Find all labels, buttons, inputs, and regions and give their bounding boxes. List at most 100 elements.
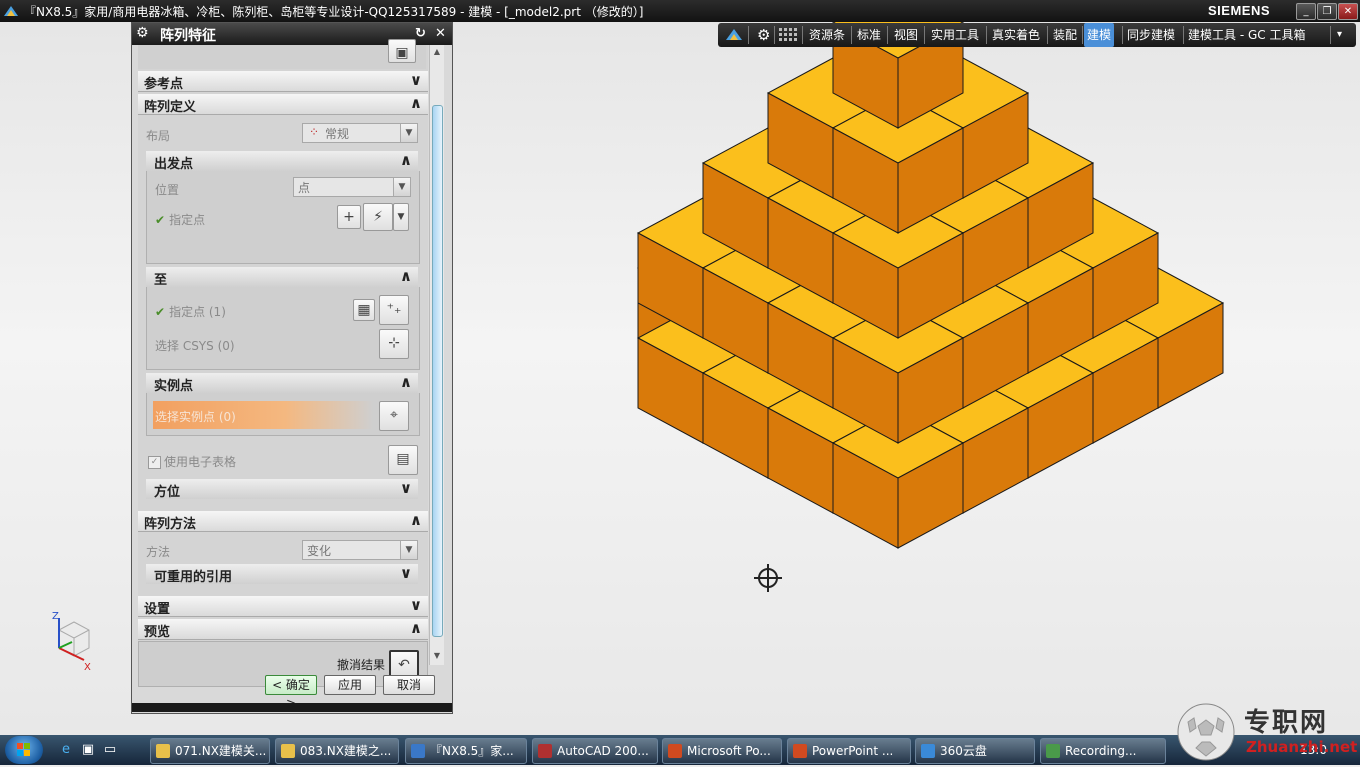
specify-point-label: ✔ 指定点 <box>155 213 206 227</box>
taskbar-item[interactable]: Recording... <box>1040 738 1166 764</box>
select-instance-point-field[interactable]: 选择实例点 (0) <box>153 401 373 429</box>
layout-label: 布局 <box>146 129 171 143</box>
add-points-icon[interactable]: ⁺₊ <box>379 295 409 325</box>
window-title: 『NX8.5』家用/商用电器冰箱、冷柜、陈列柜、岛柜等专业设计-QQ125317… <box>24 5 644 19</box>
taskbar-item[interactable]: 360云盘 <box>915 738 1035 764</box>
chevron-down-icon: ∨ <box>409 596 422 614</box>
chevron-up-icon: ∧ <box>409 94 422 112</box>
taskbar-app-icon <box>668 744 682 758</box>
dropdown-arrow-icon: ▼ <box>393 178 410 196</box>
crosshair-cursor-icon <box>754 564 782 592</box>
point-dialog-icon[interactable]: + <box>337 205 361 229</box>
watermark: 专职网 Zhuanzhi.net <box>1176 698 1360 765</box>
section-reference-point[interactable]: 参考点 ∨ <box>138 71 428 92</box>
point-list-icon[interactable]: ▦ <box>353 299 375 321</box>
coordinate-triad: Z X <box>52 611 91 673</box>
watermark-cn: 专职网 <box>1244 708 1329 738</box>
dropdown-arrow-icon: ▼ <box>400 541 417 559</box>
tab-utilities[interactable]: 实用工具 <box>928 23 982 47</box>
ribbon-overflow-icon[interactable]: ▾ <box>1334 23 1345 47</box>
taskbar-item-label: PowerPoint ... <box>812 744 894 758</box>
apply-button[interactable]: 应用 <box>324 675 376 695</box>
undo-result-label: 撤消结果 <box>337 658 386 672</box>
section-preview[interactable]: 预览 ∧ <box>138 619 428 640</box>
taskbar-item[interactable]: Microsoft Po... <box>662 738 782 764</box>
subsection-start-point[interactable]: 出发点 ∧ <box>146 151 418 172</box>
tab-true-shading[interactable]: 真实着色 <box>989 23 1043 47</box>
tab-gc-toolkit[interactable]: 建模工具 - GC 工具箱 <box>1185 23 1308 47</box>
pattern-feature-dialog: ⚙ 阵列特征 ↻ ✕ ▣ 参考点 ∨ 阵列定义 ∧ 布局 ⁘ 常规 ▼ 出发点 ∧ 位… <box>131 22 453 714</box>
ie-icon[interactable]: e <box>58 742 74 758</box>
dialog-title: 阵列特征 <box>160 28 216 44</box>
subsection-instance-point[interactable]: 实例点 ∧ <box>146 373 418 394</box>
taskbar-item[interactable]: 083.NX建模之... <box>275 738 399 764</box>
scroll-thumb[interactable] <box>432 105 443 637</box>
tab-resource-bar[interactable]: 资源条 <box>806 23 848 47</box>
grid-icon[interactable] <box>778 27 798 43</box>
subsection-orientation[interactable]: 方位 ∨ <box>146 479 418 500</box>
tab-standard[interactable]: 标准 <box>854 23 884 47</box>
method-label: 方法 <box>146 545 171 559</box>
section-pattern-method[interactable]: 阵列方法 ∧ <box>138 511 428 532</box>
scroll-down-icon[interactable]: ▼ <box>430 649 444 663</box>
subsection-reusable-refs[interactable]: 可重用的引用 ∨ <box>146 564 418 585</box>
section-settings[interactable]: 设置 ∨ <box>138 596 428 617</box>
show-desktop-icon[interactable]: ▭ <box>102 742 118 758</box>
taskbar-app-icon <box>281 744 295 758</box>
taskbar-item[interactable]: 071.NX建模关... <box>150 738 270 764</box>
triad-z-label: Z <box>52 611 59 622</box>
location-dropdown[interactable]: 点 ▼ <box>293 177 411 197</box>
crosshair-select-icon[interactable]: ⌖ <box>379 401 409 431</box>
object-select-icon[interactable]: ▣ <box>388 39 416 63</box>
dialog-button-row: < 确定 > 应用 取消 <box>132 675 452 710</box>
specify-point-count-label: ✔ 指定点 (1) <box>155 305 226 319</box>
tab-synchronous-modeling[interactable]: 同步建模 <box>1124 23 1178 47</box>
tab-assembly[interactable]: 装配 <box>1050 23 1080 47</box>
taskbar-item-label: 083.NX建模之... <box>300 744 392 758</box>
use-spreadsheet-checkbox[interactable]: ✓ 使用电子表格 <box>148 453 236 470</box>
taskbar-item-label: 『NX8.5』家... <box>430 744 514 758</box>
checkmark-icon: ✔ <box>155 213 166 227</box>
triad-x-label: X <box>84 662 91 673</box>
close-button[interactable]: ✕ <box>1338 3 1358 20</box>
start-button[interactable] <box>5 736 43 764</box>
dialog-body: ▣ 参考点 ∨ 阵列定义 ∧ 布局 ⁘ 常规 ▼ 出发点 ∧ 位置 点 ▼ ✔ 指定点 … <box>138 39 428 687</box>
instance-point-group: 选择实例点 (0) ⌖ <box>146 393 420 436</box>
nx-menu-icon[interactable] <box>724 26 744 44</box>
section-pattern-definition[interactable]: 阵列定义 ∧ <box>138 94 428 115</box>
subsection-to[interactable]: 至 ∧ <box>146 267 418 288</box>
chevron-up-icon: ∧ <box>399 267 412 285</box>
taskbar-item[interactable]: 『NX8.5』家... <box>405 738 527 764</box>
layout-dropdown[interactable]: ⁘ 常规 ▼ <box>302 123 418 143</box>
method-dropdown[interactable]: 变化 ▼ <box>302 540 418 560</box>
dialog-settings-icon[interactable]: ⚙ <box>136 25 149 41</box>
tab-modeling[interactable]: 建模 <box>1084 23 1115 47</box>
chevron-up-icon: ∧ <box>409 511 422 529</box>
minimize-button[interactable]: _ <box>1296 3 1316 20</box>
tab-view[interactable]: 视图 <box>891 23 921 47</box>
scroll-up-icon[interactable]: ▲ <box>430 45 444 59</box>
windows-logo-icon <box>17 743 30 756</box>
inferred-point-icon[interactable]: ⚡ <box>363 203 393 231</box>
to-group: ✔ 指定点 (1) ▦ ⁺₊ 选择 CSYS (0) ⊹ <box>146 287 420 370</box>
dialog-scrollbar[interactable]: ▲ ▼ <box>429 45 444 665</box>
csys-icon[interactable]: ⊹ <box>379 329 409 359</box>
start-point-group: 位置 点 ▼ ✔ 指定点 + ⚡ ▼ <box>146 171 420 264</box>
taskbar-app-icon <box>156 744 170 758</box>
dialog-close-icon[interactable]: ✕ <box>432 25 449 42</box>
point-type-dropdown-icon[interactable]: ▼ <box>393 203 409 231</box>
spreadsheet-icon[interactable]: ▤ <box>388 445 418 475</box>
checkmark-icon: ✔ <box>155 305 166 319</box>
taskbar-item[interactable]: PowerPoint ... <box>787 738 911 764</box>
taskbar-item[interactable]: AutoCAD 200... <box>532 738 658 764</box>
taskbar-app-icon <box>921 744 935 758</box>
nx-app-icon <box>4 6 18 16</box>
settings-gear-icon[interactable]: ⚙ <box>754 23 773 47</box>
cancel-button[interactable]: 取消 <box>383 675 435 695</box>
layout-dots-icon: ⁘ <box>309 125 320 139</box>
explorer-icon[interactable]: ▣ <box>80 742 96 758</box>
restore-button[interactable]: ❐ <box>1317 3 1337 20</box>
taskbar-item-label: 360云盘 <box>940 744 987 758</box>
ok-button[interactable]: < 确定 > <box>265 675 317 710</box>
taskbar-item-label: AutoCAD 200... <box>557 744 649 758</box>
